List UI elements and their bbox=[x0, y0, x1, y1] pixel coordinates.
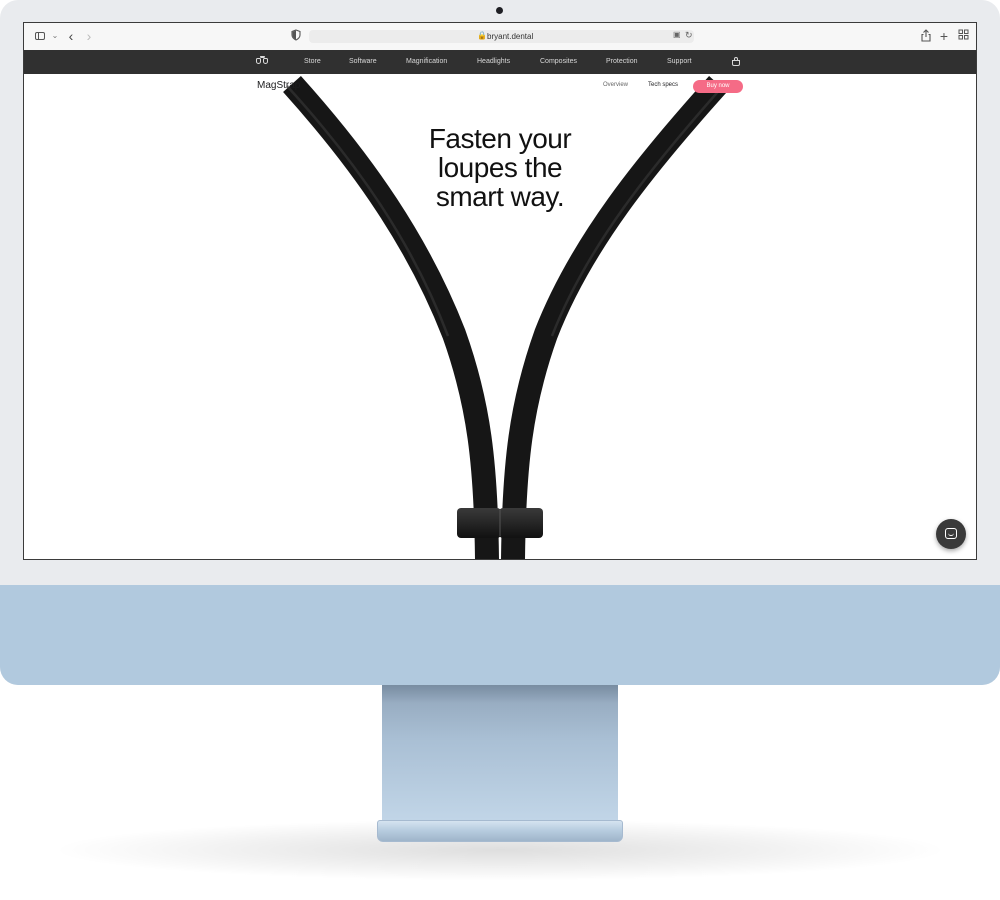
monitor-chin bbox=[0, 585, 1000, 685]
magnetic-clip-left bbox=[457, 508, 501, 538]
nav-item-software[interactable]: Software bbox=[349, 50, 377, 74]
buy-now-button[interactable]: Buy now bbox=[693, 80, 743, 93]
browser-toolbar: ⌄ ‹ › 🔒 bryant.dental ▣ ↻ + bbox=[24, 23, 976, 51]
nav-item-protection[interactable]: Protection bbox=[606, 50, 638, 74]
reload-icon[interactable]: ↻ bbox=[685, 30, 693, 41]
site-nav: Store Software Magnification Headlights … bbox=[24, 50, 976, 74]
subnav-techspecs-link[interactable]: Tech specs bbox=[648, 82, 678, 88]
share-icon[interactable] bbox=[919, 29, 933, 43]
hero-line-3: smart way. bbox=[435, 181, 565, 212]
hero-headline: Fasten your loupes the smart way. bbox=[400, 124, 600, 211]
chat-icon[interactable] bbox=[936, 519, 966, 549]
translate-icon[interactable]: ▣ bbox=[673, 30, 681, 39]
nav-item-composites[interactable]: Composites bbox=[540, 50, 577, 74]
nav-item-store[interactable]: Store bbox=[304, 50, 321, 74]
sidebar-icon[interactable] bbox=[34, 29, 48, 43]
url-text: bryant.dental bbox=[487, 32, 534, 41]
subnav-overview-link[interactable]: Overview bbox=[603, 82, 628, 88]
basket-icon[interactable] bbox=[731, 56, 741, 66]
nav-item-support[interactable]: Support bbox=[667, 50, 692, 74]
monitor-stand-foot bbox=[377, 820, 623, 842]
monitor: ⌄ ‹ › 🔒 bryant.dental ▣ ↻ + Store Softwa… bbox=[0, 0, 1000, 685]
monitor-stand bbox=[382, 683, 618, 823]
hero-line-2: loupes the bbox=[437, 152, 563, 183]
lock-icon: 🔒 bbox=[477, 31, 487, 40]
nav-item-headlights[interactable]: Headlights bbox=[477, 50, 510, 74]
forward-icon[interactable]: › bbox=[82, 29, 96, 43]
magnetic-clip-right bbox=[499, 508, 543, 538]
chevron-down-icon[interactable]: ⌄ bbox=[48, 29, 62, 43]
shield-icon[interactable] bbox=[289, 29, 303, 43]
camera-icon bbox=[496, 7, 503, 14]
hero-line-1: Fasten your bbox=[428, 123, 572, 154]
address-bar[interactable]: 🔒 bryant.dental ▣ ↻ bbox=[309, 30, 694, 43]
loupes-logo-icon[interactable] bbox=[256, 56, 270, 66]
back-icon[interactable]: ‹ bbox=[64, 29, 78, 43]
new-tab-icon[interactable]: + bbox=[937, 29, 951, 43]
tab-overview-icon[interactable] bbox=[956, 29, 970, 43]
product-title[interactable]: MagStrap bbox=[257, 80, 300, 91]
stand-shade bbox=[382, 683, 618, 703]
nav-item-magnification[interactable]: Magnification bbox=[406, 50, 447, 74]
screen: ⌄ ‹ › 🔒 bryant.dental ▣ ↻ + Store Softwa… bbox=[23, 22, 977, 560]
page-content: MagStrap Overview Tech specs Buy now Fas… bbox=[24, 74, 976, 559]
